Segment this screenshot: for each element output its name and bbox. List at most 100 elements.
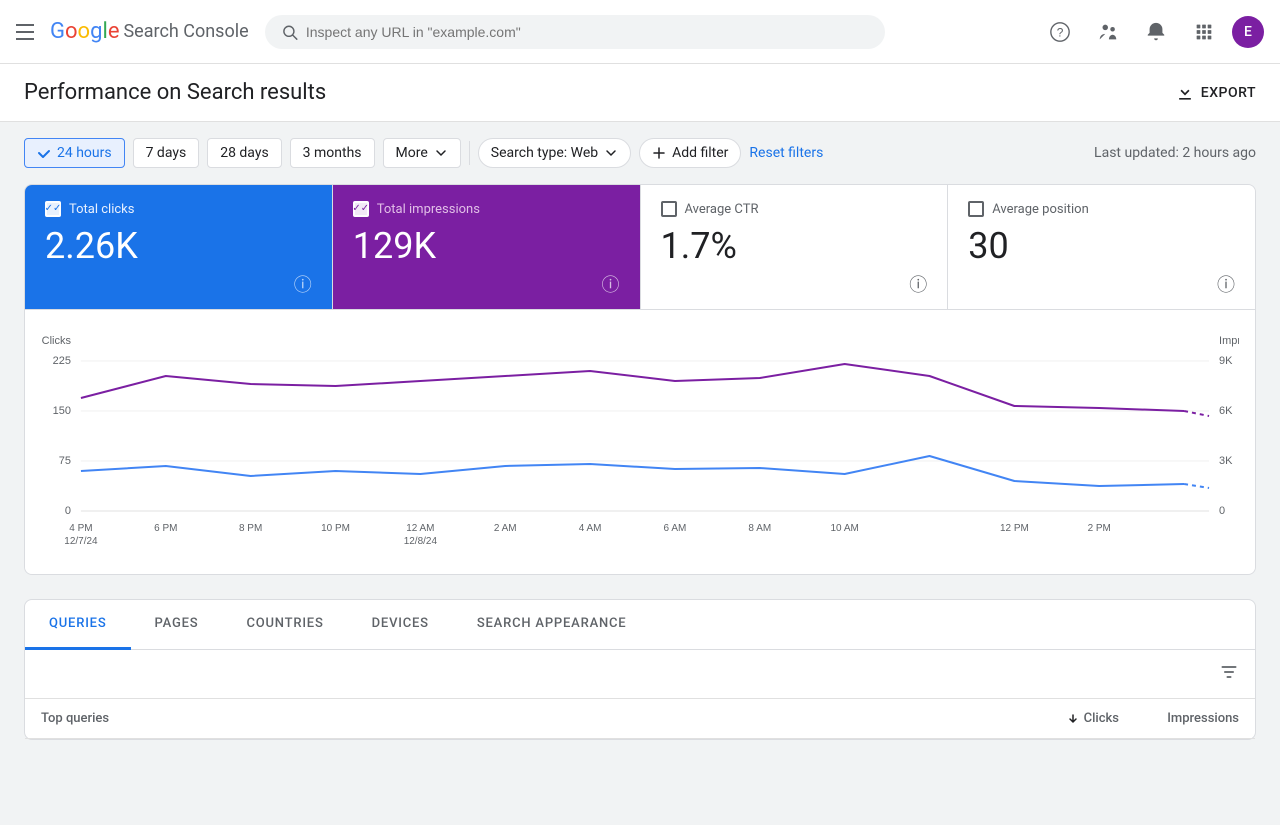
- svg-text:12/8/24: 12/8/24: [404, 536, 438, 547]
- filter-bar: 24 hours 7 days 28 days 3 months More Se…: [24, 138, 1256, 168]
- metric-card-total-impressions[interactable]: ✓ Total impressions 129K ⓘ: [333, 185, 641, 309]
- hamburger-icon[interactable]: [16, 24, 34, 40]
- add-filter-label: Add filter: [672, 145, 728, 161]
- performance-section: ✓ Total clicks 2.26K ⓘ ✓ Total impressio…: [24, 184, 1256, 575]
- total-impressions-label: Total impressions: [377, 202, 480, 217]
- svg-text:8 AM: 8 AM: [748, 523, 771, 534]
- help-button[interactable]: ?: [1040, 12, 1080, 52]
- average-position-label: Average position: [992, 202, 1089, 217]
- check-icon: [37, 146, 51, 160]
- average-ctr-value: 1.7%: [661, 225, 928, 267]
- metric-card-average-position[interactable]: Average position 30 ⓘ: [948, 185, 1255, 309]
- svg-text:10 PM: 10 PM: [321, 523, 350, 534]
- svg-text:75: 75: [59, 455, 71, 467]
- svg-text:12/7/24: 12/7/24: [64, 536, 98, 547]
- impressions-dotted-extension: [1184, 411, 1209, 416]
- logo[interactable]: Google Search Console: [50, 19, 249, 44]
- bottom-section: QUERIES PAGES COUNTRIES DEVICES SEARCH A…: [24, 599, 1256, 740]
- search-icon: [281, 23, 298, 41]
- tab-search-appearance[interactable]: SEARCH APPEARANCE: [453, 600, 651, 650]
- total-clicks-label: Total clicks: [69, 202, 134, 217]
- svg-text:Impressions: Impressions: [1219, 335, 1239, 347]
- svg-text:6K: 6K: [1219, 405, 1233, 417]
- col-impressions: Impressions: [1119, 711, 1239, 726]
- metric-cards: ✓ Total clicks 2.26K ⓘ ✓ Total impressio…: [25, 185, 1255, 310]
- svg-text:Clicks: Clicks: [42, 335, 72, 347]
- col-clicks[interactable]: Clicks: [999, 711, 1119, 726]
- svg-text:8 PM: 8 PM: [239, 523, 262, 534]
- svg-text:0: 0: [1219, 505, 1225, 517]
- average-position-help-icon[interactable]: ⓘ: [1217, 271, 1235, 297]
- svg-text:12 AM: 12 AM: [406, 523, 434, 534]
- tab-queries[interactable]: QUERIES: [25, 600, 131, 650]
- chart-svg: Clicks 225 150 75 0 Impressions 9K 6K 3K…: [41, 326, 1239, 566]
- url-inspect-input[interactable]: [306, 24, 869, 40]
- total-impressions-checkbox[interactable]: ✓: [353, 201, 369, 217]
- svg-text:2 PM: 2 PM: [1088, 523, 1111, 534]
- metric-card-total-clicks[interactable]: ✓ Total clicks 2.26K ⓘ: [25, 185, 333, 309]
- impressions-line: [81, 364, 1184, 411]
- svg-text:225: 225: [53, 355, 71, 367]
- average-ctr-checkbox[interactable]: [661, 201, 677, 217]
- total-clicks-help-icon[interactable]: ⓘ: [294, 271, 312, 297]
- filter-more[interactable]: More: [383, 138, 461, 168]
- training-button[interactable]: [1088, 12, 1128, 52]
- filter-28days[interactable]: 28 days: [207, 138, 281, 168]
- clicks-line: [81, 456, 1184, 486]
- total-clicks-checkbox[interactable]: ✓: [45, 201, 61, 217]
- filter-24hours-label: 24 hours: [57, 145, 112, 161]
- tab-countries[interactable]: COUNTRIES: [222, 600, 347, 650]
- reset-filters-button[interactable]: Reset filters: [749, 145, 823, 161]
- sort-down-icon: [1066, 712, 1080, 726]
- tab-pages[interactable]: PAGES: [131, 600, 223, 650]
- average-position-value: 30: [968, 225, 1235, 267]
- chevron-down-icon-2: [604, 146, 618, 160]
- filter-icon[interactable]: [1219, 662, 1239, 686]
- main-content: 24 hours 7 days 28 days 3 months More Se…: [0, 122, 1280, 756]
- col-top-queries: Top queries: [41, 711, 999, 726]
- total-impressions-value: 129K: [353, 225, 620, 267]
- svg-text:3K: 3K: [1219, 455, 1233, 467]
- export-button[interactable]: EXPORT: [1175, 83, 1256, 103]
- chevron-down-icon: [434, 146, 448, 160]
- page-title-bar: Performance on Search results EXPORT: [0, 64, 1280, 122]
- svg-text:0: 0: [65, 505, 71, 517]
- plus-icon: [652, 146, 666, 160]
- filter-more-label: More: [396, 145, 428, 161]
- filter-divider: [469, 141, 470, 165]
- clicks-dotted-extension: [1184, 484, 1209, 488]
- search-type-filter[interactable]: Search type: Web: [478, 138, 631, 168]
- filter-24hours[interactable]: 24 hours: [24, 138, 125, 168]
- add-filter-button[interactable]: Add filter: [639, 138, 741, 168]
- total-clicks-value: 2.26K: [45, 225, 312, 267]
- svg-text:10 AM: 10 AM: [831, 523, 859, 534]
- svg-text:6 AM: 6 AM: [664, 523, 687, 534]
- table-header: Top queries Clicks Impressions: [25, 699, 1255, 739]
- apps-button[interactable]: [1184, 12, 1224, 52]
- chart-area: Clicks 225 150 75 0 Impressions 9K 6K 3K…: [25, 310, 1255, 574]
- total-impressions-help-icon[interactable]: ⓘ: [602, 271, 620, 297]
- page-title: Performance on Search results: [24, 80, 326, 105]
- export-icon: [1175, 83, 1195, 103]
- notifications-button[interactable]: [1136, 12, 1176, 52]
- average-ctr-help-icon[interactable]: ⓘ: [909, 271, 927, 297]
- last-updated-text: Last updated: 2 hours ago: [1094, 145, 1256, 161]
- average-position-checkbox[interactable]: [968, 201, 984, 217]
- search-bar[interactable]: [265, 15, 885, 49]
- header: Google Search Console ?: [0, 0, 1280, 64]
- average-ctr-label: Average CTR: [685, 202, 759, 217]
- user-avatar[interactable]: E: [1232, 16, 1264, 48]
- filter-3months-label: 3 months: [303, 145, 362, 161]
- logo-product-name: Search Console: [123, 21, 248, 42]
- filter-3months[interactable]: 3 months: [290, 138, 375, 168]
- tab-devices[interactable]: DEVICES: [348, 600, 453, 650]
- filter-7days[interactable]: 7 days: [133, 138, 200, 168]
- metric-card-average-ctr[interactable]: Average CTR 1.7% ⓘ: [641, 185, 949, 309]
- filter-28days-label: 28 days: [220, 145, 268, 161]
- svg-text:4 AM: 4 AM: [579, 523, 602, 534]
- search-type-label: Search type: Web: [491, 145, 598, 161]
- table-toolbar: [25, 650, 1255, 699]
- header-actions: ? E: [1040, 12, 1264, 52]
- svg-text:2 AM: 2 AM: [494, 523, 517, 534]
- tabs: QUERIES PAGES COUNTRIES DEVICES SEARCH A…: [25, 600, 1255, 650]
